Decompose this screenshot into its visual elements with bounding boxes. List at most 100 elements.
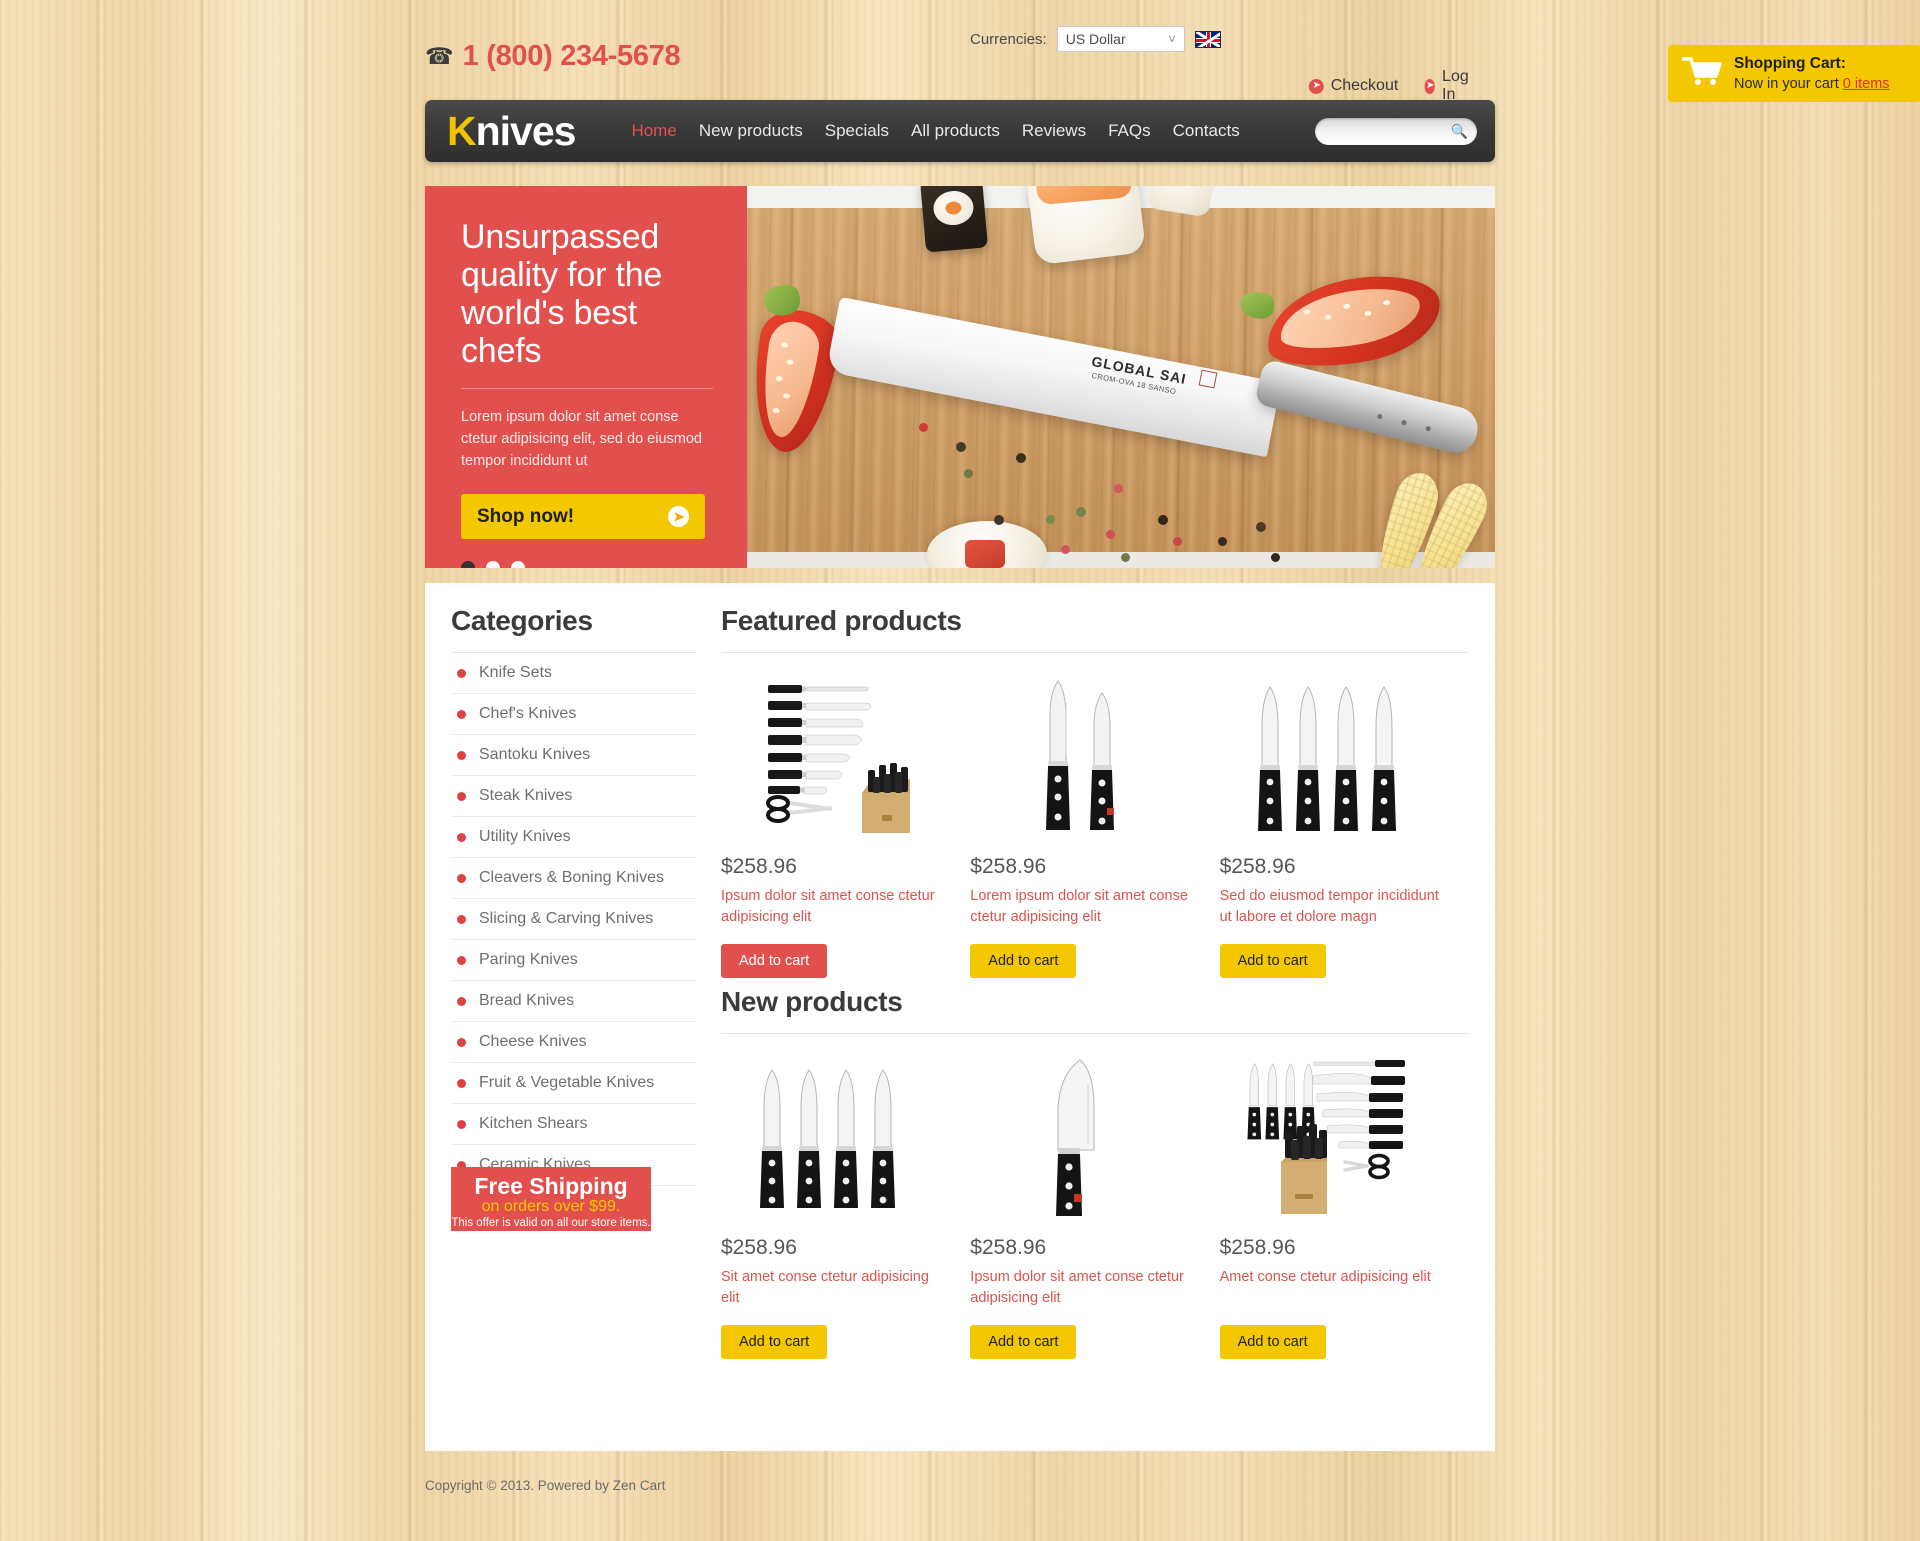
main-navbar: Knives Home New products Specials All pr… — [425, 100, 1495, 162]
product-description[interactable]: Sed do eiusmod tempor incididunt ut labo… — [1220, 886, 1443, 928]
nav-item-all-products[interactable]: All products — [911, 121, 1000, 141]
nav-item-contacts[interactable]: Contacts — [1173, 121, 1240, 141]
sidebar-item-kitchen-shears[interactable]: Kitchen Shears — [451, 1104, 697, 1145]
product-image-steak-knives-set[interactable] — [721, 1052, 944, 1220]
sidebar-item-utility-knives[interactable]: Utility Knives — [451, 817, 697, 858]
add-to-cart-button[interactable]: Add to cart — [721, 944, 828, 978]
product-price: $258.96 — [721, 855, 797, 878]
nav-item-specials[interactable]: Specials — [825, 121, 889, 141]
currencies-label: Currencies: — [970, 30, 1047, 48]
product-description[interactable]: Sit amet conse ctetur adipisicing elit — [721, 1267, 944, 1309]
add-to-cart-button[interactable]: Add to cart — [721, 1325, 828, 1359]
nav-menu: Home New products Specials All products … — [631, 121, 1239, 141]
product-price: $258.96 — [1219, 1236, 1296, 1259]
hero-description: Lorem ipsum dolor sit amet conse ctetur … — [461, 409, 702, 470]
bullet-icon — [457, 1037, 466, 1047]
uk-flag-icon — [1194, 30, 1221, 48]
product-card: $258.96 Ipsum dolor sit amet conse ctetu… — [970, 1052, 1219, 1359]
category-label: Bread Knives — [479, 992, 575, 1009]
footer: Copyright © 2013. Powered by Zen Cart — [425, 1478, 1495, 1493]
product-image-knife-collection[interactable] — [1220, 1052, 1443, 1220]
content-panel: Categories Knife Sets Chef's Knives Sant… — [425, 583, 1495, 1451]
shop-now-button[interactable]: Shop now! ➤ — [461, 494, 705, 540]
bullet-icon — [457, 955, 466, 965]
sidebar-item-paring-knives[interactable]: Paring Knives — [451, 940, 697, 981]
cart-items-link[interactable]: 0 items — [1843, 76, 1890, 92]
featured-products-row: $258.96 Ipsum dolor sit amet conse ctetu… — [721, 671, 1469, 978]
search-box: 🔍 — [1315, 117, 1477, 145]
shopping-cart-box[interactable]: Shopping Cart: Now in your cart 0 items — [1668, 45, 1920, 102]
add-to-cart-button[interactable]: Add to cart — [970, 1325, 1077, 1359]
slider-dot-1[interactable] — [461, 561, 475, 568]
sidebar-item-chefs-knives[interactable]: Chef's Knives — [451, 694, 697, 735]
checkout-link[interactable]: ➤ Checkout — [1308, 77, 1399, 95]
category-label: Paring Knives — [479, 951, 578, 968]
sidebar-title: Categories — [451, 605, 697, 653]
peppercorn — [1113, 483, 1123, 493]
product-card: $258.96 Ipsum dolor sit amet conse ctetu… — [721, 671, 970, 978]
category-label: Santoku Knives — [479, 746, 591, 763]
nav-item-faqs[interactable]: FAQs — [1108, 121, 1151, 141]
sidebar-item-fruit-vegetable-knives[interactable]: Fruit & Vegetable Knives — [451, 1063, 697, 1104]
peppercorn — [919, 422, 929, 432]
category-label: Chef's Knives — [479, 705, 577, 722]
page-root: ☎ 1 (800) 234-5678 Currencies: US Dollar… — [0, 0, 1920, 1541]
product-card: $258.96 Amet conse ctetur adipisicing el… — [1219, 1052, 1469, 1359]
free-shipping-banner[interactable]: Free Shipping on orders over $99. This o… — [451, 1167, 651, 1231]
bullet-icon — [457, 709, 466, 719]
sidebar-item-santoku-knives[interactable]: Santoku Knives — [451, 735, 697, 776]
knife-stamp-icon — [1198, 369, 1217, 389]
product-image-santoku-knife[interactable] — [970, 1052, 1193, 1220]
add-to-cart-button[interactable]: Add to cart — [970, 944, 1077, 978]
product-description[interactable]: Ipsum dolor sit amet conse ctetur adipis… — [721, 886, 944, 928]
login-link[interactable]: ➤ Log In — [1424, 68, 1473, 104]
nav-item-new-products[interactable]: New products — [699, 121, 803, 141]
shop-now-label: Shop now! — [477, 505, 575, 527]
product-image-knife-set[interactable] — [721, 671, 944, 839]
new-products-title: New products — [721, 986, 1469, 1034]
phone-block: ☎ 1 (800) 234-5678 — [425, 40, 681, 73]
peppercorn — [1255, 522, 1266, 533]
checkout-label: Checkout — [1330, 77, 1399, 94]
peppercorn — [1076, 506, 1087, 517]
sidebar-item-knife-sets[interactable]: Knife Sets — [451, 653, 697, 694]
nav-item-reviews[interactable]: Reviews — [1022, 121, 1086, 141]
sidebar-item-steak-knives[interactable]: Steak Knives — [451, 776, 697, 817]
copyright-text: Copyright © 2013. Powered by Zen Cart — [425, 1478, 666, 1493]
product-description[interactable]: Lorem ipsum dolor sit amet conse ctetur … — [970, 886, 1193, 928]
product-description[interactable]: Ipsum dolor sit amet conse ctetur adipis… — [970, 1267, 1193, 1309]
shopping-cart-icon — [1681, 56, 1722, 91]
product-card: $258.96 Lorem ipsum dolor sit amet conse… — [970, 671, 1219, 978]
logo-first-letter: K — [447, 107, 477, 154]
hero-slider: Unsurpassed quality for the world's best… — [425, 186, 1495, 568]
add-to-cart-button[interactable]: Add to cart — [1219, 1325, 1326, 1359]
peppercorn — [1158, 514, 1169, 525]
category-list: Knife Sets Chef's Knives Santoku Knives … — [451, 653, 697, 1186]
hero-title: Unsurpassed quality for the world's best… — [461, 218, 663, 371]
peppercorn — [1046, 514, 1056, 524]
hero-divider — [461, 388, 713, 390]
product-description[interactable]: Amet conse ctetur adipisicing elit — [1220, 1267, 1443, 1309]
add-to-cart-button[interactable]: Add to cart — [1219, 944, 1326, 978]
sidebar-item-cleavers-boning-knives[interactable]: Cleavers & Boning Knives — [451, 858, 697, 899]
currency-select[interactable]: US Dollar ˅ — [1056, 26, 1185, 52]
slider-dot-3[interactable] — [511, 561, 525, 568]
sidebar-item-cheese-knives[interactable]: Cheese Knives — [451, 1022, 697, 1063]
product-image-paring-knives[interactable] — [970, 671, 1193, 839]
bullet-icon — [457, 832, 466, 842]
nav-item-home[interactable]: Home — [631, 121, 676, 141]
product-image-steak-knives[interactable] — [1220, 671, 1443, 839]
slider-dot-2[interactable] — [486, 561, 500, 568]
search-icon[interactable]: 🔍 — [1451, 124, 1468, 138]
sidebar-item-bread-knives[interactable]: Bread Knives — [451, 981, 697, 1022]
free-shipping-title: Free Shipping — [474, 1173, 628, 1199]
product-card: $258.96 Sit amet conse ctetur adipisicin… — [721, 1052, 970, 1359]
sidebar-item-slicing-carving-knives[interactable]: Slicing & Carving Knives — [451, 899, 697, 940]
peppercorn — [1270, 552, 1280, 562]
arrow-right-icon: ➤ — [1308, 78, 1324, 94]
site-logo[interactable]: Knives — [447, 107, 576, 154]
hero-image: GLOBAL SAI CROM-OVA 18 SANSO — [747, 186, 1495, 568]
product-price: $258.96 — [970, 1236, 1047, 1259]
nigiri-sushi-1 — [1026, 186, 1147, 266]
category-label: Steak Knives — [479, 787, 573, 804]
